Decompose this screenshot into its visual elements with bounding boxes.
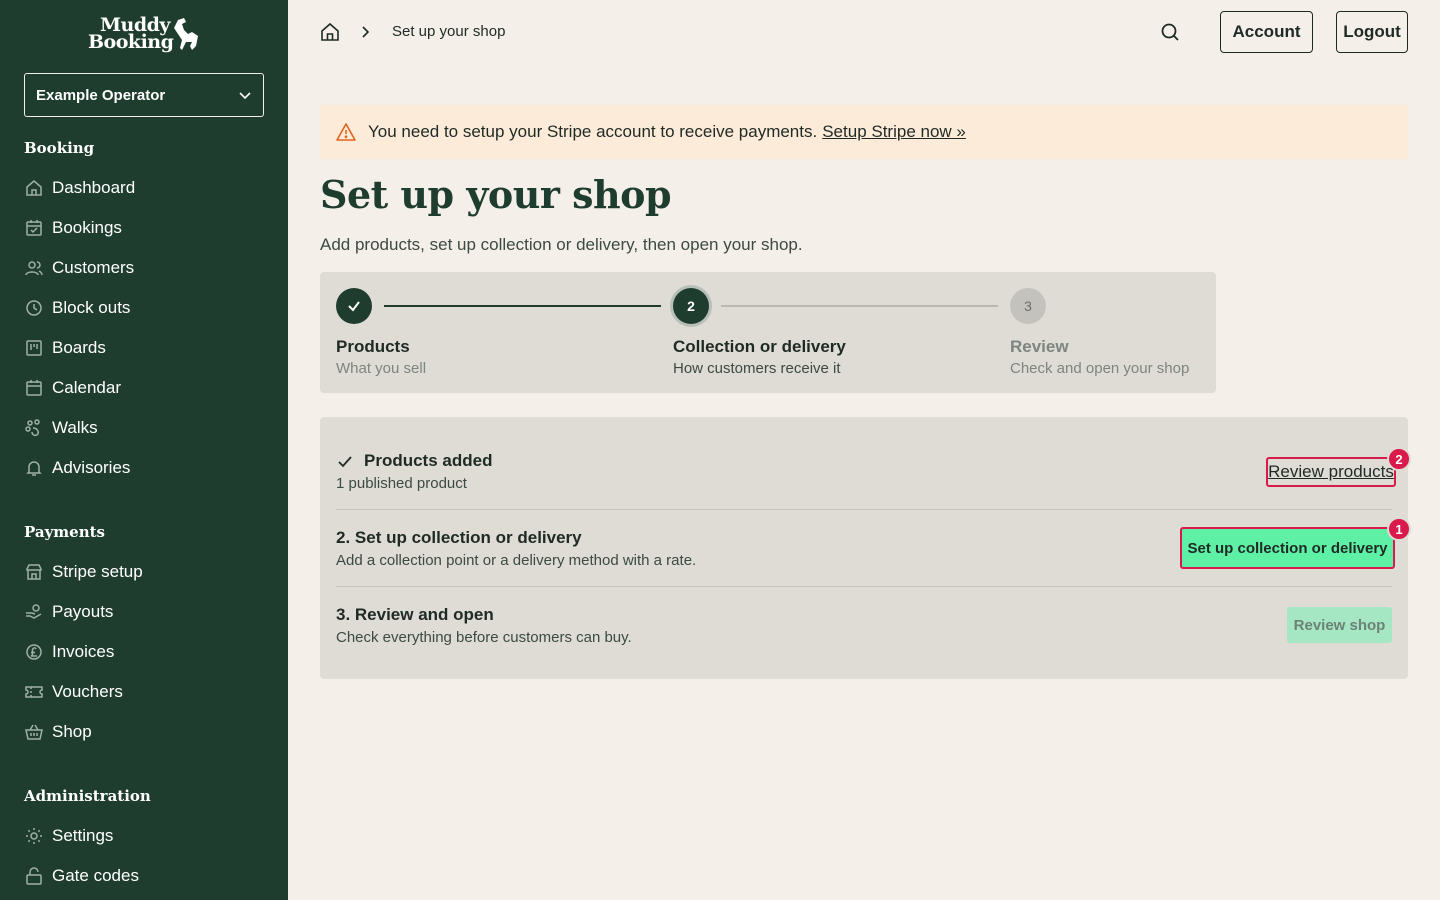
chevron-down-icon	[239, 92, 251, 100]
sidebar-item-advisories[interactable]: Advisories	[24, 452, 264, 484]
account-button[interactable]: Account	[1220, 11, 1313, 53]
sidebar-item-label: Settings	[52, 826, 114, 845]
sidebar-item-settings[interactable]: Settings	[24, 820, 264, 852]
step-2-indicator: 2	[673, 288, 709, 324]
logo-line-2: Booking	[88, 31, 174, 53]
store-icon	[24, 562, 44, 582]
operator-select-value: Example Operator	[36, 86, 166, 104]
sidebar-item-gate-codes[interactable]: Gate codes	[24, 860, 264, 892]
muddy-booking-logo[interactable]: Muddy Booking	[86, 14, 206, 56]
home-icon	[24, 178, 44, 198]
review-shop-button: Review shop	[1287, 607, 1392, 643]
step-connector-complete	[384, 305, 661, 307]
setup-stripe-link[interactable]: Setup Stripe now »	[822, 122, 966, 142]
sidebar-item-label: Vouchers	[52, 682, 123, 701]
stripe-warning-alert: You need to setup your Stripe account to…	[320, 105, 1408, 159]
step-1-subtitle: What you sell	[336, 360, 427, 377]
sidebar-item-walks[interactable]: Walks	[24, 412, 264, 444]
sidebar-item-label: Calendar	[52, 378, 121, 397]
sidebar-item-boards[interactable]: Boards	[24, 332, 264, 364]
step-3-subtitle: Check and open your shop	[1010, 360, 1190, 377]
bell-icon	[24, 458, 44, 478]
sidebar-item-label: Shop	[52, 722, 92, 741]
step-1-complete-indicator	[336, 288, 372, 324]
task-subtitle: 1 published product	[336, 475, 467, 492]
payout-icon	[24, 602, 44, 622]
board-icon	[24, 338, 44, 358]
calendar-icon	[24, 378, 44, 398]
sidebar-item-label: Walks	[52, 418, 98, 437]
step-1-title: Products	[336, 337, 410, 356]
checkmark-icon	[336, 453, 354, 471]
lock-icon	[24, 866, 44, 886]
sidebar-item-calendar[interactable]: Calendar	[24, 372, 264, 404]
checkmark-icon	[348, 301, 360, 312]
breadcrumb-current: Set up your shop	[392, 23, 506, 40]
sidebar-item-label: Bookings	[52, 218, 122, 237]
review-products-link[interactable]: Review products	[1266, 457, 1396, 487]
section-title-payments: Payments	[24, 523, 106, 541]
sidebar-item-label: Boards	[52, 338, 106, 357]
page-title: Set up your shop	[320, 172, 672, 217]
setup-stepper: 2 3 Products What you sell Collection or…	[320, 272, 1216, 393]
highlight-badge: 1	[1387, 517, 1411, 541]
step-2-subtitle: How customers receive it	[673, 360, 841, 377]
task-title: Products added	[364, 451, 493, 470]
sidebar-item-bookings[interactable]: Bookings	[24, 212, 264, 244]
logout-button[interactable]: Logout	[1336, 11, 1408, 53]
task-title: 3. Review and open	[336, 605, 494, 624]
clock-icon	[24, 298, 44, 318]
task-subtitle: Add a collection point or a delivery met…	[336, 552, 697, 569]
search-icon[interactable]	[1158, 20, 1182, 44]
sidebar-item-label: Payouts	[52, 602, 114, 621]
step-2-title: Collection or delivery	[673, 337, 846, 356]
sidebar-item-label: Invoices	[52, 642, 115, 661]
paw-icon	[24, 418, 44, 438]
dog-logo-icon	[174, 18, 198, 50]
sidebar-item-label: Customers	[52, 258, 135, 277]
task-title: 2. Set up collection or delivery	[336, 528, 582, 547]
ticket-icon	[24, 682, 44, 702]
gear-icon	[24, 826, 44, 846]
sidebar-item-stripe-setup[interactable]: Stripe setup	[24, 556, 264, 588]
divider	[336, 509, 1392, 510]
step-3-title: Review	[1010, 337, 1069, 356]
step-3-indicator: 3	[1010, 288, 1046, 324]
section-title-booking: Booking	[24, 139, 95, 157]
set-up-collection-button[interactable]: Set up collection or delivery	[1180, 527, 1395, 569]
basket-icon	[24, 722, 44, 742]
sidebar-item-label: Block outs	[52, 298, 131, 317]
calendar-check-icon	[24, 218, 44, 238]
sidebar-item-vouchers[interactable]: Vouchers	[24, 676, 264, 708]
divider	[336, 586, 1392, 587]
sidebar-item-label: Dashboard	[52, 178, 136, 197]
sidebar-item-label: Advisories	[52, 458, 131, 477]
breadcrumb-home-icon[interactable]	[320, 22, 340, 42]
sidebar-item-shop[interactable]: Shop	[24, 716, 264, 748]
warning-icon	[336, 122, 356, 142]
sidebar: Muddy Booking Example Operator Booking D…	[0, 0, 288, 900]
users-icon	[24, 258, 44, 278]
section-title-administration: Administration	[24, 787, 151, 805]
sidebar-item-dashboard[interactable]: Dashboard	[24, 172, 264, 204]
sidebar-item-block-outs[interactable]: Block outs	[24, 292, 264, 324]
sidebar-item-label: Gate codes	[52, 866, 139, 885]
sidebar-item-label: Stripe setup	[52, 562, 143, 581]
step-connector-pending	[721, 305, 998, 307]
sidebar-item-payouts[interactable]: Payouts	[24, 596, 264, 628]
breadcrumb-chevron-icon	[360, 24, 372, 40]
page-subtitle: Add products, set up collection or deliv…	[320, 235, 803, 254]
sidebar-item-customers[interactable]: Customers	[24, 252, 264, 284]
setup-tasks-card: Products added 1 published product Revie…	[320, 417, 1411, 679]
operator-select[interactable]: Example Operator	[24, 73, 264, 117]
highlight-badge: 2	[1387, 447, 1411, 471]
pound-icon	[24, 642, 44, 662]
alert-message: You need to setup your Stripe account to…	[368, 122, 818, 141]
task-subtitle: Check everything before customers can bu…	[336, 629, 632, 646]
sidebar-item-invoices[interactable]: Invoices	[24, 636, 264, 668]
